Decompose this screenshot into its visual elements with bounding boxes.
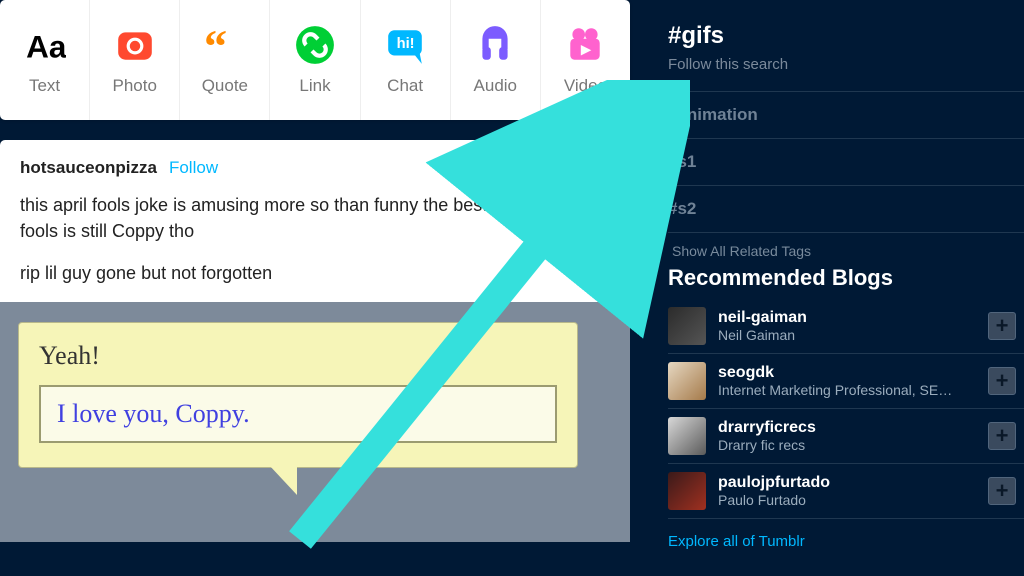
compose-text[interactable]: Aa Text xyxy=(0,0,90,120)
compose-chat[interactable]: hi! Chat xyxy=(361,0,451,120)
compose-photo[interactable]: Photo xyxy=(90,0,180,120)
video-icon xyxy=(564,24,606,66)
post-body: this april fools joke is amusing more so… xyxy=(20,192,610,286)
compose-label: Link xyxy=(299,76,330,96)
blog-row[interactable]: neil-gaiman Neil Gaiman xyxy=(668,299,1024,354)
post-embedded-image: Yeah! I love you, Coppy. xyxy=(0,302,630,542)
post-author[interactable]: hotsauceonpizza xyxy=(20,158,157,178)
follow-blog-button[interactable] xyxy=(988,312,1016,340)
audio-icon xyxy=(474,24,516,66)
post-paragraph: this april fools joke is amusing more so… xyxy=(20,192,610,244)
follow-link[interactable]: Follow xyxy=(169,158,218,178)
compose-link[interactable]: Link xyxy=(270,0,360,120)
explore-link[interactable]: Explore all of Tumblr xyxy=(668,519,1024,550)
follow-search-link[interactable]: Follow this search xyxy=(668,56,1024,73)
blog-name: seogdk xyxy=(718,364,1024,382)
quote-icon: “ xyxy=(204,24,246,66)
compose-label: Photo xyxy=(112,76,156,96)
follow-blog-button[interactable] xyxy=(988,477,1016,505)
show-all-tags-link[interactable]: Show All Related Tags xyxy=(668,233,1024,265)
blog-subtitle: Drarry fic recs xyxy=(718,437,958,453)
post-paragraph: rip lil guy gone but not forgotten xyxy=(20,260,610,286)
blog-subtitle: Internet Marketing Professional, SEO C xyxy=(718,382,958,398)
recommended-blogs-title: Recommended Blogs xyxy=(668,265,1024,291)
post-header: hotsauceonpizza Follow xyxy=(20,158,610,178)
avatar xyxy=(668,472,706,510)
svg-text:Aa: Aa xyxy=(26,29,66,65)
blog-row[interactable]: paulojpfurtado Paulo Furtado xyxy=(668,464,1024,519)
compose-quote[interactable]: “ Quote xyxy=(180,0,270,120)
blog-name: paulojpfurtado xyxy=(718,474,1024,492)
photo-icon xyxy=(114,24,156,66)
blog-row[interactable]: seogdk Internet Marketing Professional, … xyxy=(668,354,1024,409)
search-tag-title: #gifs xyxy=(668,22,1024,50)
svg-text:hi!: hi! xyxy=(397,36,415,52)
follow-blog-button[interactable] xyxy=(988,422,1016,450)
compose-label: Video xyxy=(564,76,607,96)
avatar xyxy=(668,417,706,455)
compose-label: Text xyxy=(29,76,60,96)
svg-text:“: “ xyxy=(204,24,227,66)
link-icon xyxy=(294,24,336,66)
blog-subtitle: Neil Gaiman xyxy=(718,327,958,343)
post-card: hotsauceonpizza Follow this april fools … xyxy=(0,140,630,542)
compose-audio[interactable]: Audio xyxy=(451,0,541,120)
avatar xyxy=(668,362,706,400)
follow-blog-button[interactable] xyxy=(988,367,1016,395)
blog-name: neil-gaiman xyxy=(718,309,1024,327)
bubble-text: I love you, Coppy. xyxy=(39,385,557,443)
related-tag[interactable]: #s1 xyxy=(668,138,1024,185)
blog-name: drarryficrecs xyxy=(718,419,1024,437)
compose-bar: Aa Text Photo “ Quote Link hi! Ch xyxy=(0,0,630,120)
compose-label: Quote xyxy=(202,76,248,96)
compose-label: Chat xyxy=(387,76,423,96)
avatar xyxy=(668,307,706,345)
related-tag[interactable]: #s2 xyxy=(668,185,1024,233)
blog-subtitle: Paulo Furtado xyxy=(718,492,958,508)
blog-row[interactable]: drarryficrecs Drarry fic recs xyxy=(668,409,1024,464)
related-tag[interactable]: #animation xyxy=(668,91,1024,138)
chat-icon: hi! xyxy=(384,24,426,66)
sidebar: #gifs Follow this search #animation #s1 … xyxy=(630,0,1024,576)
compose-video[interactable]: Video xyxy=(541,0,630,120)
speech-bubble: Yeah! I love you, Coppy. xyxy=(18,322,578,468)
bubble-title: Yeah! xyxy=(39,341,557,371)
compose-label: Audio xyxy=(474,76,517,96)
text-icon: Aa xyxy=(24,24,66,66)
